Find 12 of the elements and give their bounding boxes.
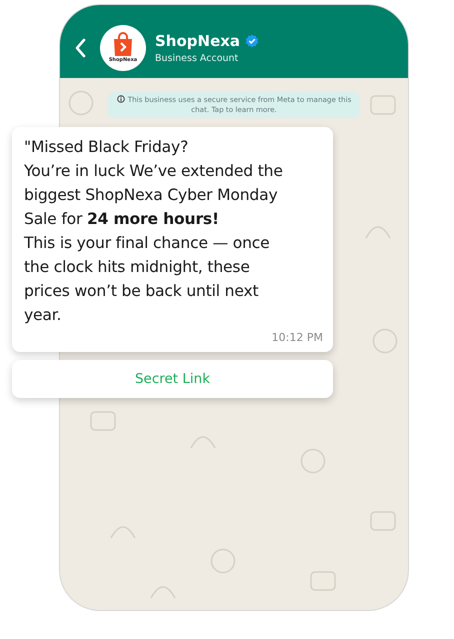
contact-name: ShopNexa (155, 32, 240, 50)
circle-doodle (372, 328, 398, 354)
shopping-bag-icon (112, 32, 134, 56)
circle-doodle (68, 90, 94, 116)
link-button[interactable]: Secret Link (12, 360, 333, 398)
message-text: "Missed Black Friday? You’re in luck We’ve extended the biggest ShopNexa Cyber Monday Sale for 24 more hours! This is your final chance — once the clock hits midnight, these prices won’t be back until next year. (24, 137, 284, 326)
back-icon[interactable] (74, 38, 86, 58)
message-time: 10:12 PM (270, 331, 323, 344)
circle-doodle (210, 548, 236, 574)
info-icon (116, 95, 125, 103)
account-type: Business Account (155, 52, 240, 64)
circle-doodle (300, 448, 326, 474)
